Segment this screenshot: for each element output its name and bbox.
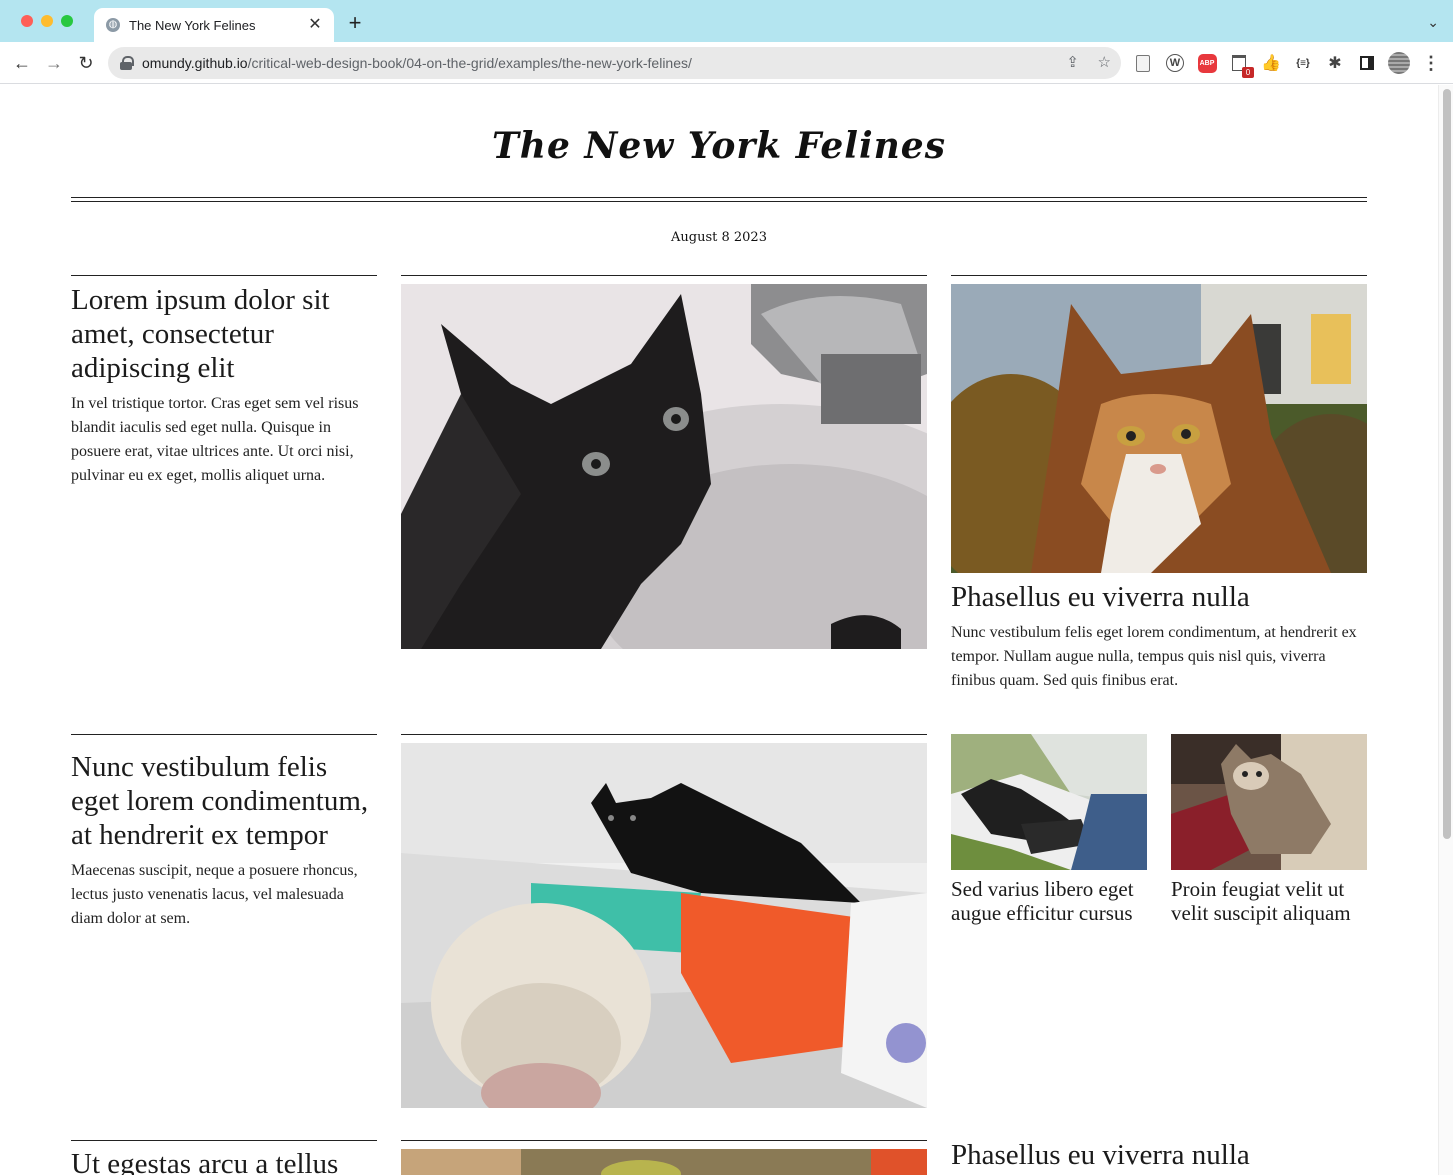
column-rule [71, 1140, 377, 1141]
column-rule [401, 275, 927, 276]
lock-icon[interactable] [120, 56, 134, 70]
page-scrollbar[interactable] [1438, 85, 1453, 1175]
window-close-button[interactable] [21, 15, 33, 27]
globe-icon: ◍ [106, 18, 120, 32]
back-arrow-icon[interactable]: ← [10, 51, 34, 75]
article-headline[interactable]: Nunc vestibulum felis eget lorem condime… [71, 750, 377, 852]
masthead-rule-bottom [71, 201, 1367, 202]
tab-close-icon[interactable]: ✕ [306, 17, 324, 33]
browser-toolbar: ← → ↻ omundy.github.io/critical-web-desi… [0, 42, 1453, 84]
trash-extension-badge: 0 [1242, 67, 1254, 78]
article-body: Maecenas suscipit, neque a posuere rhonc… [71, 862, 358, 927]
window-zoom-button[interactable] [61, 15, 73, 27]
address-bar[interactable]: omundy.github.io/critical-web-design-boo… [108, 47, 1121, 79]
thumbs-up-extension-icon[interactable]: 👍 [1261, 53, 1281, 73]
page-viewport: The New York Felines August 8 2023 Lorem… [0, 85, 1453, 1175]
article-headline[interactable]: Phasellus eu viverra nulla [951, 580, 1367, 614]
tab-search-chevron-icon[interactable]: ⌄ [1427, 14, 1439, 31]
article-headline[interactable]: Proin feugiat velit ut velit suscipit al… [1171, 877, 1367, 925]
scrollbar-thumb[interactable] [1443, 89, 1451, 839]
column-rule [71, 275, 377, 276]
new-tab-button[interactable]: + [344, 12, 366, 34]
browser-tabstrip: ◍ The New York Felines ✕ + ⌄ [0, 0, 1453, 42]
forward-arrow-icon[interactable]: → [42, 51, 66, 75]
browser-tab-active[interactable]: ◍ The New York Felines ✕ [94, 8, 334, 42]
article-headline[interactable]: Phasellus eu viverra nulla [951, 1138, 1367, 1172]
adblock-plus-extension-icon[interactable]: ABP [1197, 53, 1217, 73]
tabby-closeup-photo [401, 1149, 927, 1175]
url-path: /critical-web-design-book/04-on-the-grid… [247, 55, 692, 71]
article-body: In vel tristique tortor. Cras eget sem v… [71, 395, 359, 484]
article-headline[interactable]: Lorem ipsum dolor sit amet, consectetur … [71, 283, 377, 385]
black-kitten-sink-photo [401, 284, 927, 649]
cat-on-sofa-photo [1171, 734, 1367, 870]
article-headline[interactable]: Ut egestas arcu a tellus [71, 1147, 377, 1175]
trash-extension-icon[interactable]: 0 [1229, 53, 1254, 78]
reload-icon[interactable]: ↻ [74, 51, 98, 75]
bookmark-star-icon[interactable]: ☆ [1098, 54, 1111, 72]
article-headline[interactable]: Sed varius libero eget augue efficitur c… [951, 877, 1147, 925]
side-panel-icon[interactable] [1357, 53, 1377, 73]
tab-title: The New York Felines [129, 17, 256, 33]
bathtub-cats-photo [401, 743, 927, 1108]
column-rule [71, 734, 377, 735]
json-extension-icon[interactable]: {≡} [1293, 53, 1313, 73]
url-host: omundy.github.io [142, 55, 248, 71]
profile-avatar[interactable] [1388, 52, 1410, 74]
extensions-puzzle-icon[interactable]: ✱ [1325, 53, 1345, 73]
column-rule [951, 275, 1367, 276]
column-rule [401, 1140, 927, 1141]
masthead-rule-top [71, 197, 1367, 198]
column-rule [401, 734, 927, 735]
tabby-cat-photo [951, 284, 1367, 573]
article-body: Nunc vestibulum felis eget lorem condime… [951, 624, 1357, 689]
browser-menu-kebab-icon[interactable]: ⋮ [1421, 53, 1441, 73]
window-minimize-button[interactable] [41, 15, 53, 27]
cat-on-lap-outdoors-photo [951, 734, 1147, 870]
masthead-title: The New York Felines [492, 125, 946, 167]
document-extension-icon[interactable] [1133, 53, 1153, 73]
share-icon[interactable]: ⇪ [1066, 54, 1079, 72]
url-text[interactable]: omundy.github.io/critical-web-design-boo… [142, 55, 692, 71]
abp-label: ABP [1197, 53, 1217, 73]
wordpress-extension-icon[interactable]: W [1165, 53, 1185, 73]
dateline: August 8 2023 [671, 230, 767, 245]
